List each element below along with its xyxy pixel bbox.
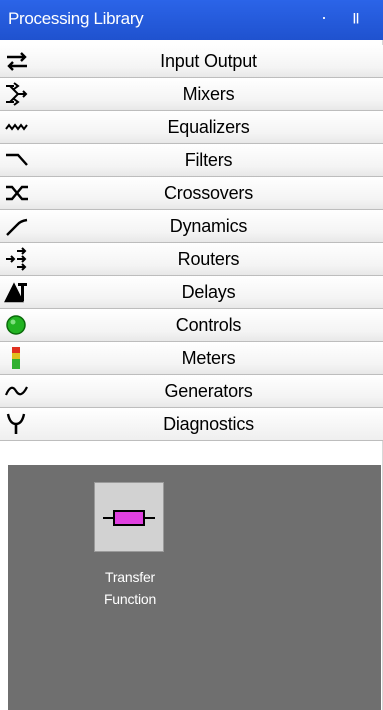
item-label-line1: Transfer — [104, 569, 155, 585]
category-label: Delays — [181, 282, 236, 302]
category-list: Input Output Mixers Equalizers Filters C… — [0, 45, 383, 441]
dynamics-icon — [6, 218, 28, 236]
category-label: Crossovers — [163, 183, 254, 203]
input-output-icon — [7, 52, 27, 71]
category-label: Dynamics — [169, 216, 248, 236]
equalizers-icon — [5, 123, 28, 131]
category-delays[interactable]: Delays — [0, 276, 383, 309]
transfer-function-label: Transfer Function — [72, 566, 188, 610]
routers-icon — [6, 247, 27, 271]
close-icon[interactable] — [347, 8, 365, 26]
category-label: Controls — [175, 315, 242, 335]
category-label: Mixers — [182, 84, 235, 104]
category-generators[interactable]: Generators — [0, 375, 383, 408]
category-controls[interactable]: Controls — [0, 309, 383, 342]
controls-icon — [6, 315, 26, 335]
category-label: Equalizers — [167, 117, 250, 137]
filters-icon — [6, 153, 28, 166]
category-diagnostics[interactable]: Diagnostics — [0, 408, 383, 441]
title-bar: Processing Library — [0, 0, 383, 40]
delays-icon — [4, 282, 27, 303]
generators-icon — [4, 386, 28, 396]
category-routers[interactable]: Routers — [0, 243, 383, 276]
category-label: Diagnostics — [163, 414, 254, 434]
content-left-margin — [0, 465, 8, 710]
transfer-function-icon — [103, 510, 155, 526]
category-dynamics[interactable]: Dynamics — [0, 210, 383, 243]
category-label: Filters — [184, 150, 233, 170]
category-label: Routers — [177, 249, 240, 269]
category-label: Generators — [164, 381, 253, 401]
meters-icon — [12, 347, 20, 369]
category-input-output[interactable]: Input Output — [0, 45, 383, 78]
category-crossovers[interactable]: Crossovers — [0, 177, 383, 210]
diagnostics-icon — [6, 413, 26, 434]
category-label: Meters — [181, 348, 236, 368]
crossovers-icon — [6, 185, 28, 201]
window-title: Processing Library — [8, 9, 144, 28]
processing-library-panel: Processing Library Input Output Mixers — [0, 0, 383, 710]
transfer-function-item[interactable] — [94, 482, 164, 552]
item-label-line2: Function — [103, 591, 157, 607]
mixers-icon — [6, 82, 28, 106]
items-area: Transfer Function — [8, 465, 381, 710]
category-filters[interactable]: Filters — [0, 144, 383, 177]
category-label: Input Output — [160, 51, 257, 71]
category-mixers[interactable]: Mixers — [0, 78, 383, 111]
pin-icon[interactable] — [315, 8, 333, 26]
category-equalizers[interactable]: Equalizers — [0, 111, 383, 144]
category-meters[interactable]: Meters — [0, 342, 383, 375]
